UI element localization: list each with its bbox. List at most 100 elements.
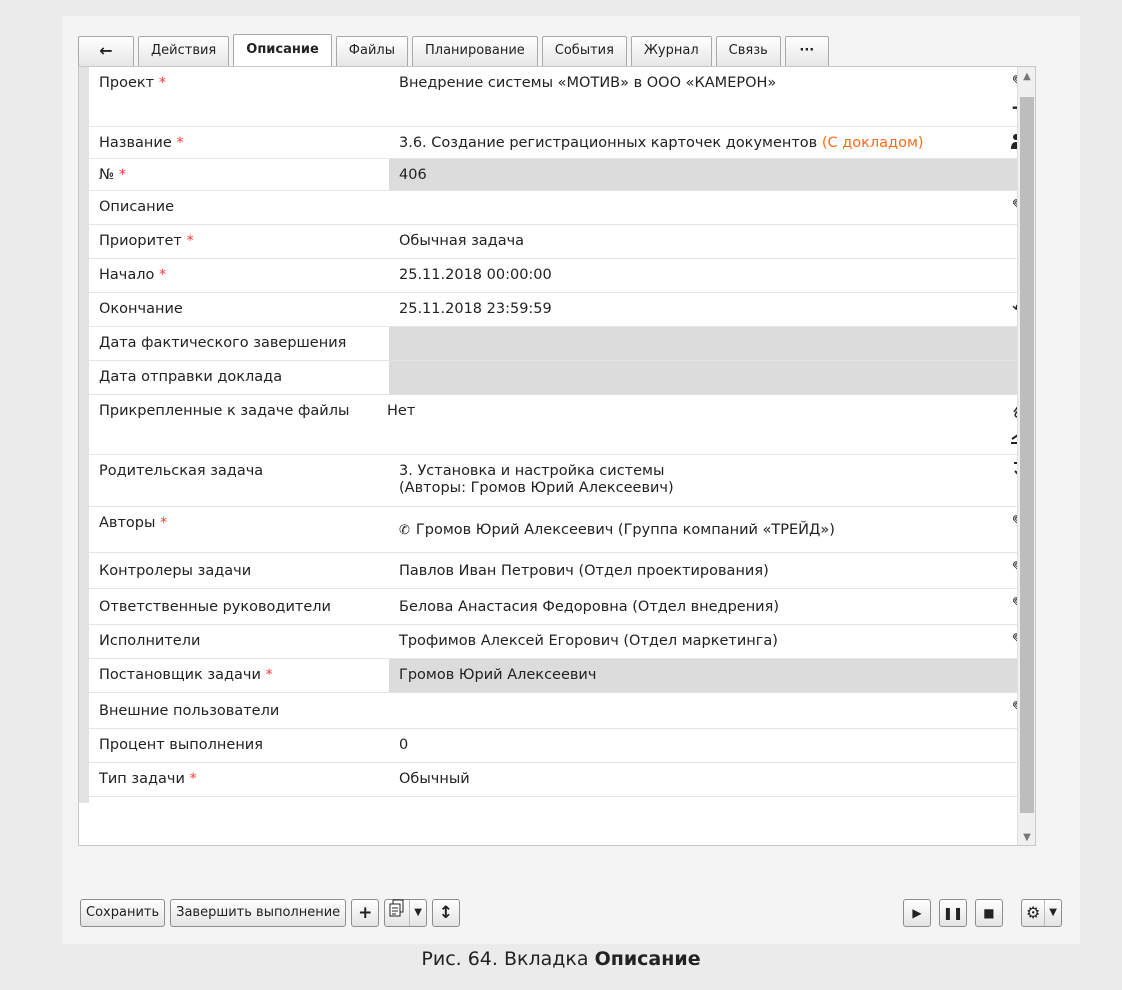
required-mark: *	[186, 233, 194, 249]
executors-value[interactable]: Трофимов Алексей Егорович (Отдел маркети…	[389, 625, 1035, 658]
scroll-down-icon[interactable]: ▼	[1018, 832, 1035, 843]
report-date-value	[389, 361, 1035, 394]
required-mark: *	[160, 515, 168, 531]
row-start: Начало * 25.11.2018 00:00:00	[79, 259, 1035, 293]
scroll-up-icon[interactable]: ▲	[1018, 71, 1035, 82]
tab-planning[interactable]: Планирование	[411, 36, 538, 66]
controllers-value[interactable]: Павлов Иван Петрович (Отдел проектирован…	[389, 553, 1035, 588]
tab-actions[interactable]: Действия	[138, 36, 230, 66]
row-controllers: Контролеры задачи Павлов Иван Петрович (…	[79, 553, 1035, 589]
gear-refresh-icon: ⚙	[1025, 903, 1041, 922]
assigner-value: Громов Юрий Алексеевич	[389, 659, 1035, 692]
row-parent-task: Родительская задача 3. Установка и настр…	[79, 455, 1035, 507]
row-marker	[79, 259, 89, 292]
row-marker	[79, 159, 89, 190]
copy-dropdown-button[interactable]: ▼	[384, 899, 427, 927]
row-marker	[79, 693, 89, 728]
stop-icon[interactable]: ■	[974, 899, 1003, 927]
field-label: Прикрепленные к задаче файлы	[99, 403, 350, 419]
row-authors: Авторы * ✆ Громов Юрий Алексеевич (Группа…	[79, 507, 1035, 553]
field-label: Дата фактического завершения	[99, 335, 347, 351]
tab-events[interactable]: События	[541, 36, 627, 66]
field-label: Постановщик задачи *	[99, 667, 273, 683]
end-value[interactable]: 25.11.2018 23:59:59	[389, 293, 1035, 326]
player-controls: ▶ ❚❚ ■ ⚙ ▼	[902, 898, 1062, 928]
row-end: Окончание 25.11.2018 23:59:59 ⟲	[79, 293, 1035, 327]
external-users-value[interactable]	[389, 693, 1035, 728]
vertical-scrollbar[interactable]: ▲ ▼	[1017, 67, 1035, 845]
row-actual-end: Дата фактического завершения	[79, 327, 1035, 361]
attached-files-value: Нет	[387, 403, 416, 419]
authors-value[interactable]: ✆ Громов Юрий Алексеевич (Группа компаний…	[389, 507, 1035, 552]
row-executors: Исполнители Трофимов Алексей Егорович (О…	[79, 625, 1035, 659]
task-card-panel: ← Действия Описание Файлы Планирование С…	[62, 16, 1080, 944]
number-value: 406	[389, 159, 1035, 190]
row-marker	[79, 225, 89, 258]
priority-value[interactable]: Обычная задача	[389, 225, 1035, 258]
field-label: Тип задачи *	[99, 771, 197, 787]
field-label: Авторы *	[99, 515, 168, 531]
tab-journal[interactable]: Журнал	[630, 36, 712, 66]
field-label: Дата отправки доклада	[99, 369, 283, 385]
name-value[interactable]: 3.6. Создание регистрационных карточек д…	[389, 127, 1035, 158]
parent-task-value[interactable]: 3. Установка и настройка системы (Авторы…	[389, 455, 1035, 506]
pause-icon[interactable]: ❚❚	[938, 899, 967, 927]
parent-task-line1: 3. Установка и настройка системы	[399, 463, 665, 479]
project-value[interactable]: Внедрение системы «МОТИВ» в ООО «КАМЕРОН…	[389, 67, 1035, 126]
tab-files[interactable]: Файлы	[335, 36, 408, 66]
row-priority: Приоритет * Обычная задача	[79, 225, 1035, 259]
field-label: Описание	[99, 199, 174, 215]
plus-icon[interactable]: +	[351, 899, 380, 927]
tab-more[interactable]: ···	[784, 36, 829, 66]
expand-vertical-icon[interactable]: ↕	[431, 899, 460, 927]
field-label: Название *	[99, 135, 184, 151]
description-value[interactable]	[389, 191, 1035, 224]
save-button[interactable]: Сохранить	[80, 899, 166, 927]
field-label: Контролеры задачи	[99, 563, 252, 579]
parent-task-line2: (Авторы: Громов Юрий Алексеевич)	[399, 480, 674, 496]
row-marker	[79, 763, 89, 796]
task-type-value[interactable]: Обычный	[389, 763, 1035, 796]
chevron-down-icon: ▼	[409, 900, 422, 926]
row-external-users: Внешние пользователи ✎	[79, 693, 1035, 729]
phone-icon[interactable]: ✆	[399, 523, 410, 538]
required-mark: *	[265, 667, 273, 683]
required-mark: *	[159, 267, 167, 283]
row-description: Описание ✎	[79, 191, 1035, 225]
start-value[interactable]: 25.11.2018 00:00:00	[389, 259, 1035, 292]
scrollbar-thumb[interactable]	[1020, 97, 1034, 813]
field-label: Исполнители	[99, 633, 201, 649]
tab-communication[interactable]: Связь	[715, 36, 781, 66]
tab-bar: ← Действия Описание Файлы Планирование С…	[78, 34, 833, 66]
row-marker	[79, 625, 89, 658]
figure-caption: Рис. 64. Вкладка Описание	[421, 948, 701, 970]
back-tab[interactable]: ←	[78, 36, 134, 66]
row-marker	[79, 395, 89, 454]
row-cutoff	[79, 797, 1035, 803]
row-project: Проект * Внедрение системы «МОТИВ» в ООО…	[79, 67, 1035, 127]
row-marker	[79, 191, 89, 224]
properties-grid: Проект * Внедрение системы «МОТИВ» в ООО…	[78, 66, 1036, 846]
finish-button[interactable]: Завершить выполнение	[170, 899, 347, 927]
field-label: Внешние пользователи	[99, 703, 280, 719]
managers-value[interactable]: Белова Анастасия Федоровна (Отдел внедре…	[389, 589, 1035, 624]
settings-dropdown-button[interactable]: ⚙ ▼	[1020, 899, 1062, 927]
chevron-down-icon: ▼	[1044, 900, 1057, 926]
tab-description[interactable]: Описание	[233, 34, 332, 66]
row-marker	[79, 327, 89, 360]
row-assigner: Постановщик задачи * Громов Юрий Алексее…	[79, 659, 1035, 693]
row-marker	[79, 729, 89, 762]
field-label: Ответственные руководители	[99, 599, 331, 615]
percent-value[interactable]: 0	[389, 729, 1035, 762]
field-label: Окончание	[99, 301, 183, 317]
row-marker	[79, 293, 89, 326]
row-marker	[79, 659, 89, 692]
field-label: Приоритет *	[99, 233, 194, 249]
row-marker	[79, 589, 89, 624]
row-report-date: Дата отправки доклада	[79, 361, 1035, 395]
row-managers: Ответственные руководители Белова Анаста…	[79, 589, 1035, 625]
play-icon[interactable]: ▶	[902, 899, 931, 927]
field-label: Процент выполнения	[99, 737, 263, 753]
document-copy-icon	[389, 899, 405, 927]
required-mark: *	[189, 771, 197, 787]
